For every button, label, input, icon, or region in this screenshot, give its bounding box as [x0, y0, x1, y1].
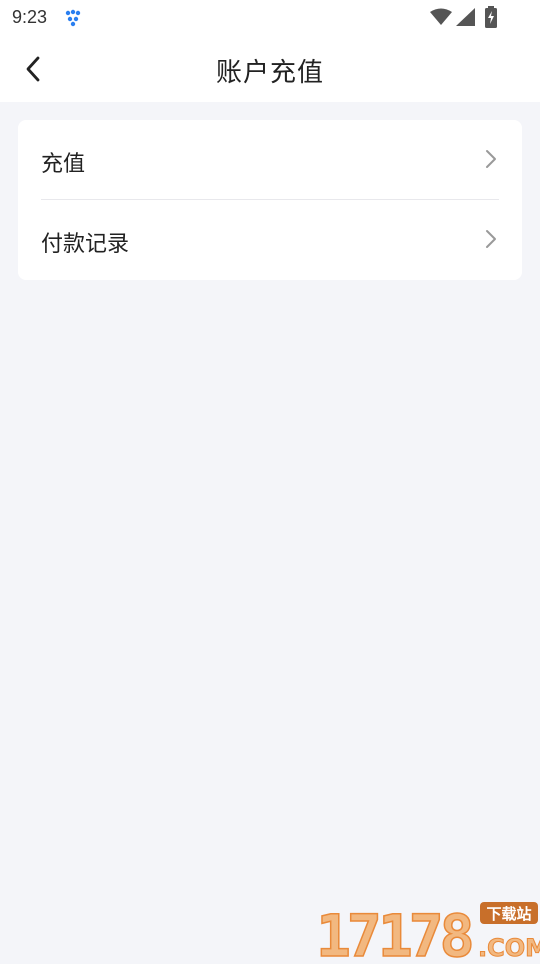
nav-bar: 账户充值 [0, 36, 540, 102]
chevron-right-icon [484, 229, 498, 249]
page-title: 账户充值 [215, 58, 324, 88]
wifi-icon [430, 8, 452, 26]
chevron-right-icon [484, 149, 498, 169]
status-bar: 9:23 [0, 0, 540, 36]
svg-text:.COM: .COM [478, 934, 540, 960]
watermark-logo: 17178 下载站 .COM [315, 898, 540, 964]
menu-item-label: 付款记录 [41, 232, 130, 257]
status-time: 9:23 [12, 7, 48, 27]
menu-card: 充值 付款记录 [18, 120, 522, 280]
app-notification-icon [64, 9, 82, 27]
battery-icon [484, 6, 498, 28]
menu-item-label: 充值 [41, 152, 86, 177]
signal-icon [456, 8, 476, 26]
menu-item-recharge[interactable]: 充值 [18, 120, 522, 200]
svg-text:下载站: 下载站 [486, 905, 531, 923]
svg-text:17178: 17178 [316, 902, 472, 960]
menu-item-payment-records[interactable]: 付款记录 [18, 200, 522, 280]
